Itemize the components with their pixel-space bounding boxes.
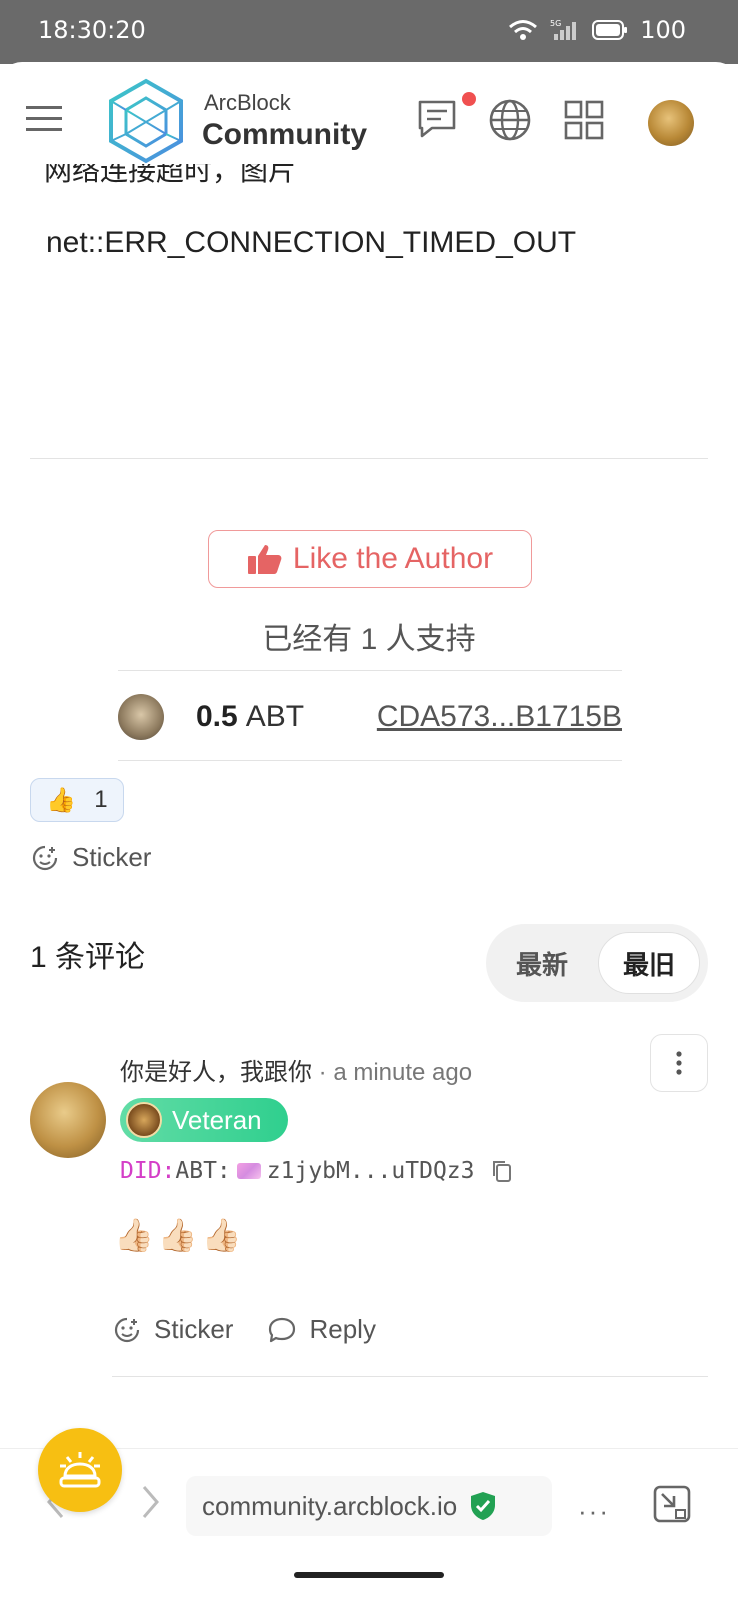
- browser-more-button[interactable]: ···: [578, 1496, 610, 1527]
- lamp-icon: [59, 1452, 101, 1488]
- menu-icon[interactable]: [26, 106, 62, 132]
- comment-more-button[interactable]: [650, 1034, 708, 1092]
- reply-button[interactable]: Reply: [267, 1314, 376, 1345]
- secure-shield-icon: [471, 1492, 496, 1520]
- status-indicators: 5G 100: [508, 16, 686, 44]
- veteran-badge: Veteran: [120, 1098, 288, 1142]
- minimize-window-icon[interactable]: [652, 1484, 692, 1524]
- post-sticker-button[interactable]: Sticker: [30, 842, 151, 873]
- comment-divider: [112, 1376, 708, 1377]
- reply-label: Reply: [309, 1314, 376, 1344]
- tip-unit: ABT: [245, 700, 305, 733]
- tip-divider-top: [118, 670, 622, 671]
- status-time: 18:30:20: [38, 16, 146, 44]
- more-vertical-icon: [676, 1051, 682, 1075]
- tipper-avatar[interactable]: [118, 694, 164, 740]
- comments-count: 1 条评论: [30, 941, 146, 974]
- post-text-partial: 网络连接超时，图片: [44, 164, 297, 184]
- tip-divider-bottom: [118, 760, 622, 761]
- did-prefix: DID:: [120, 1158, 176, 1184]
- comment-time: · a minute ago: [318, 1059, 473, 1086]
- home-indicator[interactable]: [294, 1572, 444, 1578]
- did-address: DID: ABT: z1jybM...uTDQz3: [120, 1158, 513, 1184]
- tip-amount: 0.5: [196, 700, 238, 733]
- post-error-text: net::ERR_CONNECTION_TIMED_OUT: [46, 226, 577, 259]
- comment-sticker-label: Sticker: [154, 1314, 234, 1344]
- apps-grid-icon[interactable]: [562, 98, 606, 142]
- signal-icon: 5G: [550, 19, 577, 40]
- like-author-button[interactable]: Like the Author: [208, 530, 532, 588]
- tip-address-link[interactable]: CDA573...B1715B: [377, 700, 622, 734]
- did-value: z1jybM...uTDQz3: [266, 1158, 475, 1184]
- brand-name-bottom: Community: [202, 118, 367, 151]
- battery-icon: [592, 20, 628, 40]
- notification-dot: [462, 92, 476, 106]
- reaction-chip-thumbs-up[interactable]: 👍 1: [30, 778, 124, 822]
- floating-action-button[interactable]: [38, 1428, 122, 1512]
- brand-name-top: ArcBlock: [204, 90, 291, 115]
- supporters-count: 已经有 1 人支持: [262, 623, 476, 656]
- url-bar[interactable]: community.arcblock.io: [186, 1476, 552, 1536]
- did-avatar-icon: [236, 1163, 261, 1179]
- badge-label: Veteran: [172, 1104, 262, 1135]
- comment-header: 你是好人，我跟你 · a minute ago: [120, 1052, 472, 1087]
- medal-icon: [126, 1102, 162, 1138]
- status-bar: 18:30:20 5G 100: [0, 0, 738, 64]
- comment-body: 👍🏻👍🏻👍🏻: [114, 1217, 246, 1253]
- globe-icon[interactable]: [488, 98, 532, 142]
- comment-sort-toggle: 最新 最旧: [486, 924, 708, 1002]
- section-divider: [30, 458, 708, 459]
- battery-level: 100: [640, 16, 686, 44]
- user-avatar[interactable]: [648, 100, 694, 146]
- sticker-icon: [114, 1317, 140, 1342]
- comment-sticker-button[interactable]: Sticker: [112, 1314, 233, 1345]
- comment-actions: Sticker Reply: [112, 1314, 376, 1345]
- forward-arrow-icon[interactable]: [138, 1484, 162, 1520]
- tip-row: 0.5 ABT CDA573...B1715B: [118, 692, 622, 742]
- sticker-icon: [32, 845, 58, 870]
- url-text: community.arcblock.io: [202, 1490, 458, 1521]
- svg-text:5G: 5G: [550, 19, 561, 28]
- arcblock-logo-icon[interactable]: [108, 78, 184, 164]
- reaction-emoji: 👍: [46, 786, 77, 814]
- comment-author-name[interactable]: 你是好人，我跟你: [120, 1059, 312, 1086]
- chat-icon[interactable]: [416, 98, 460, 142]
- copy-icon[interactable]: [491, 1159, 513, 1183]
- sort-newest-option[interactable]: 最新: [490, 932, 594, 994]
- like-author-label: Like the Author: [292, 542, 494, 575]
- reply-bubble-icon: [269, 1317, 296, 1342]
- sort-oldest-option[interactable]: 最旧: [598, 932, 700, 994]
- sticker-label: Sticker: [72, 842, 152, 872]
- thumbs-up-icon: [247, 545, 282, 574]
- comment-author-avatar[interactable]: [30, 1082, 106, 1158]
- wifi-icon: [509, 20, 538, 40]
- did-chain: ABT:: [175, 1158, 231, 1184]
- reaction-count: 1: [94, 786, 108, 813]
